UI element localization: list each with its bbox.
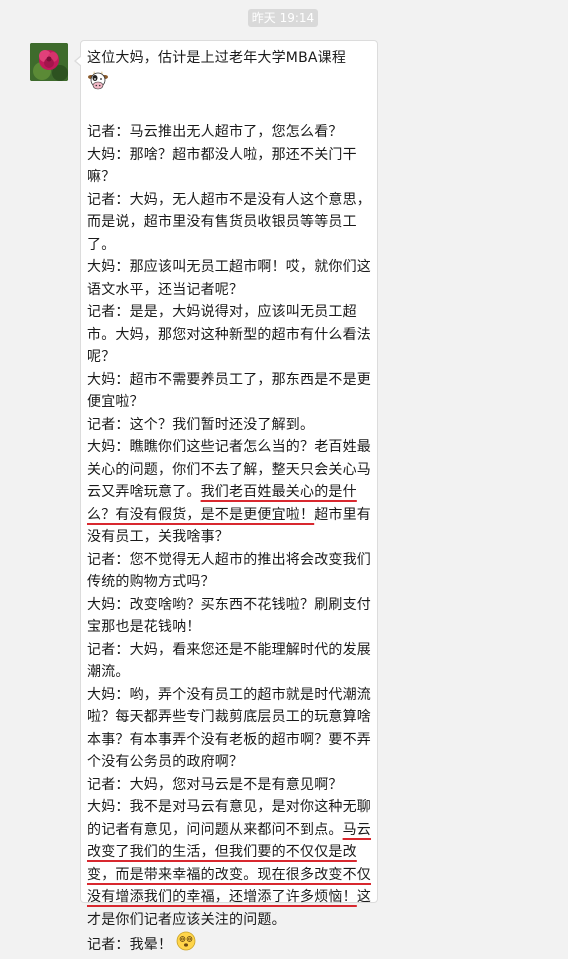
dialogue-line: 记者：大妈，看来您还是不能理解时代的发展潮流。 — [87, 639, 377, 684]
intro-emoji-line — [87, 70, 377, 100]
avatar[interactable] — [30, 43, 68, 81]
dialogue-text: 记者：是是，大妈说得对，应该叫无员工超市。大妈，那您对这种新型的超市有什么看法呢… — [87, 304, 371, 365]
avatar-flower-icon — [30, 43, 68, 81]
dialogue-text: 大妈：超市不需要养员工了，那东西是不是更便宜啦？ — [87, 371, 371, 411]
dialogue-text: 大妈：哟，弄个没有员工的超市就是时代潮流啦？每天都弄些专门裁剪底层员工的玩意算啥… — [87, 686, 371, 771]
dialogue-text: 大妈：那啥？超市都没人啦，那还不关门干嘛？ — [87, 146, 357, 186]
dialogue-line: 记者：是是，大妈说得对，应该叫无员工超市。大妈，那您对这种新型的超市有什么看法呢… — [87, 301, 377, 369]
dialogue-text: 大妈：那应该叫无员工超市啊！哎，就你们这语文水平，还当记者呢？ — [87, 259, 371, 298]
dialogue-text: 记者：大妈，您对马云是不是有意见啊？ — [87, 776, 343, 793]
dialogue-text: 记者：大妈，看来您还是不能理解时代的发展潮流。 — [87, 641, 371, 681]
intro-line: 这位大妈，估计是上过老年大学MBA课程 — [87, 47, 377, 70]
message-bubble[interactable]: 这位大妈，估计是上过老年大学MBA课程 记者：马云推出无人超市了，您怎么看？ 大… — [80, 40, 378, 953]
dialogue-line: 大妈：那啥？超市都没人啦，那还不关门干嘛？ — [87, 144, 377, 189]
dialogue-text: 大妈：我不是对马云有意见，是对你这种无聊的记者有意见，问问题从来都问不到点。 — [87, 799, 371, 838]
message-content: 这位大妈，估计是上过老年大学MBA课程 记者：马云推出无人超市了，您怎么看？ 大… — [87, 41, 377, 959]
dialogue-line: 大妈：超市不需要养员工了，那东西是不是更便宜啦？ — [87, 369, 377, 414]
timestamp: 昨天 19:14 — [248, 9, 318, 27]
dialogue-line: 记者：这个？我们暂时还没了解到。 — [87, 414, 377, 437]
dialogue-text: 记者：您不觉得无人超市的推出将会改变我们传统的购物方式吗？ — [87, 551, 371, 591]
dialogue-line: 记者：我晕！ — [87, 931, 377, 959]
dialogue-text: 记者：大妈，无人超市不是没有人这个意思，而是说，超市里没有售货员收银员等等员工了… — [87, 191, 371, 253]
intro-text: 这位大妈，估计是上过老年大学MBA课程 — [87, 50, 347, 66]
dialogue-text: 记者：马云推出无人超市了，您怎么看？ — [87, 124, 343, 140]
dizzy-face-icon — [176, 931, 196, 959]
dialogue-text: 记者：这个？我们暂时还没了解到。 — [87, 416, 315, 433]
dialogue-line: 大妈：哟，弄个没有员工的超市就是时代潮流啦？每天都弄些专门裁剪底层员工的玩意算啥… — [87, 684, 377, 774]
bubble-arrow-inner — [76, 56, 82, 66]
dialogue-line: 大妈：我不是对马云有意见，是对你这种无聊的记者有意见，问问题从来都问不到点。马云… — [87, 796, 377, 931]
dialogue-line: 记者：大妈，无人超市不是没有人这个意思，而是说，超市里没有售货员收银员等等员工了… — [87, 189, 377, 257]
dialogue-line: 大妈：那应该叫无员工超市啊！哎，就你们这语文水平，还当记者呢？ — [87, 256, 377, 301]
dialogue-line: 大妈：改变啥哟？买东西不花钱啦？刷刷支付宝那也是花钱呐！ — [87, 594, 377, 639]
dialogue-line: 大妈：瞧瞧你们这些记者怎么当的？老百姓最关心的问题，你们不去了解，整天只会关心马… — [87, 436, 377, 549]
dialogue-text: 记者：我晕！ — [87, 936, 173, 953]
dialogue-list: 记者：马云推出无人超市了，您怎么看？ 大妈：那啥？超市都没人啦，那还不关门干嘛？ 记… — [87, 121, 377, 959]
dialogue-text: 大妈：改变啥哟？买东西不花钱啦？刷刷支付宝那也是花钱呐！ — [87, 596, 371, 636]
dialogue-line: 记者：马云推出无人超市了，您怎么看？ — [87, 121, 377, 144]
dialogue-line: 记者：您不觉得无人超市的推出将会改变我们传统的购物方式吗？ — [87, 549, 377, 594]
cow-face-icon — [87, 70, 109, 100]
dialogue-line: 记者：大妈，您对马云是不是有意见啊？ — [87, 774, 377, 797]
